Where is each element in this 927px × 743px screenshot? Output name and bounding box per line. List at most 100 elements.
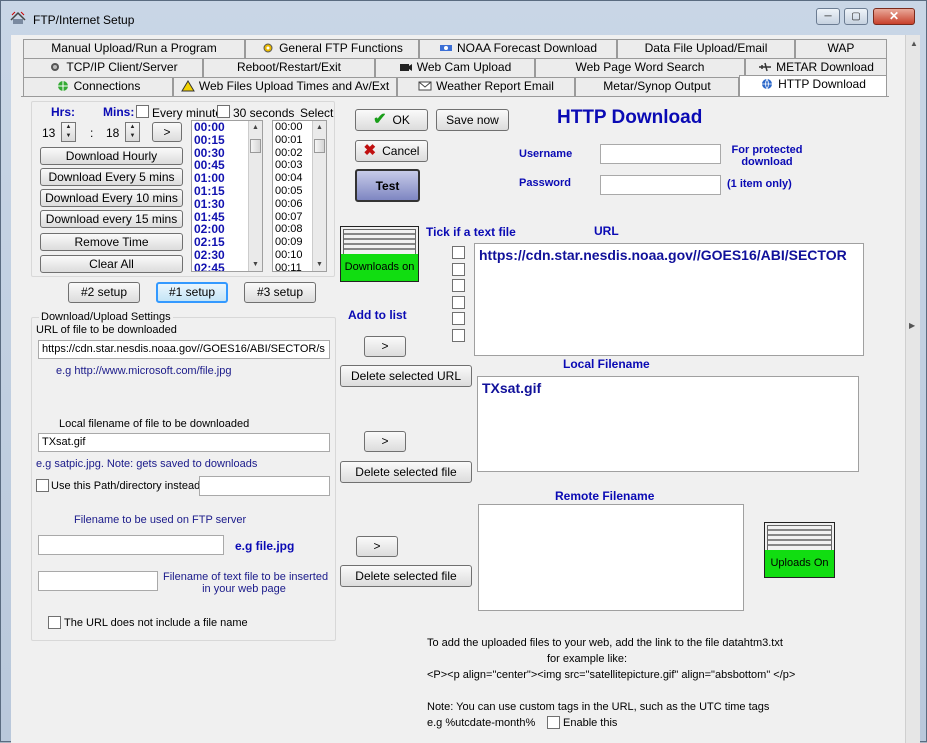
- tab-noaa-forecast[interactable]: NOAA Forecast Download: [419, 39, 617, 58]
- password-input[interactable]: [600, 175, 721, 195]
- download-every-10-button[interactable]: Download Every 10 mins: [40, 189, 183, 207]
- add-time-button[interactable]: >: [152, 122, 182, 142]
- list-item[interactable]: 00:05: [275, 185, 303, 198]
- up-arrow-icon[interactable]: ▲: [126, 123, 139, 132]
- minutes-list[interactable]: 00:00 00:01 00:02 00:03 00:04 00:05 00:0…: [272, 120, 327, 272]
- add-url-button[interactable]: >: [364, 336, 406, 357]
- text-file-checkbox-3[interactable]: [452, 279, 465, 292]
- cancel-button[interactable]: ✖ Cancel: [355, 140, 428, 162]
- tab-data-file-upload[interactable]: Data File Upload/Email: [617, 39, 795, 58]
- scroll-up-icon[interactable]: ▲: [910, 39, 918, 48]
- list-item[interactable]: 00:00: [194, 121, 225, 134]
- scroll-down-icon[interactable]: ▼: [252, 261, 259, 268]
- text-file-checkbox-4[interactable]: [452, 296, 465, 309]
- tab-general-ftp[interactable]: General FTP Functions: [245, 39, 419, 58]
- hours-spinner[interactable]: ▲ ▼: [61, 122, 76, 142]
- setup-1-button[interactable]: #1 setup: [156, 282, 228, 303]
- minute-items[interactable]: 00:00 00:01 00:02 00:03 00:04 00:05 00:0…: [275, 121, 303, 271]
- tab-reboot[interactable]: Reboot/Restart/Exit: [203, 58, 375, 77]
- minimize-button[interactable]: ─: [816, 8, 840, 25]
- list-item[interactable]: 00:09: [275, 236, 303, 249]
- scroll-down-icon[interactable]: ▼: [316, 261, 323, 268]
- list-item[interactable]: 00:06: [275, 198, 303, 211]
- tab-weather-report-email[interactable]: Weather Report Email: [397, 77, 575, 96]
- list-item[interactable]: 00:02: [275, 147, 303, 160]
- scheduled-times[interactable]: 00:00 00:15 00:30 00:45 01:00 01:15 01:3…: [194, 121, 225, 271]
- minutes-spinner[interactable]: ▲ ▼: [125, 122, 140, 142]
- maximize-button[interactable]: ▢: [844, 8, 868, 25]
- remote-filename-list[interactable]: [478, 504, 744, 611]
- list-item[interactable]: 00:01: [275, 134, 303, 147]
- scroll-thumb[interactable]: [250, 139, 261, 153]
- setup-2-button[interactable]: #2 setup: [68, 282, 140, 303]
- ftp-filename-input[interactable]: [38, 535, 224, 555]
- delete-selected-remote-file-button[interactable]: Delete selected file: [340, 565, 472, 587]
- list-item[interactable]: 00:10: [275, 249, 303, 262]
- tab-tcpip[interactable]: TCP/IP Client/Server: [23, 58, 203, 77]
- text-file-checkbox-2[interactable]: [452, 263, 465, 276]
- window-scrollbar[interactable]: ▲ ▶: [905, 35, 920, 743]
- every-minute-checkbox[interactable]: [136, 105, 149, 118]
- no-filename-checkbox[interactable]: [48, 616, 61, 629]
- list-item[interactable]: 01:15: [194, 185, 225, 198]
- tab-web-cam[interactable]: Web Cam Upload: [375, 58, 535, 77]
- enable-tags-checkbox[interactable]: [547, 716, 560, 729]
- url-input[interactable]: https://cdn.star.nesdis.noaa.gov//GOES16…: [38, 340, 330, 359]
- tab-http-download[interactable]: HTTP Download: [739, 75, 887, 96]
- ok-button[interactable]: ✔ OK: [355, 109, 428, 131]
- delete-selected-url-button[interactable]: Delete selected URL: [340, 365, 472, 387]
- list-item[interactable]: 00:11: [275, 262, 303, 271]
- save-now-button[interactable]: Save now: [436, 109, 509, 131]
- down-arrow-icon[interactable]: ▼: [126, 132, 139, 141]
- use-path-checkbox[interactable]: [36, 479, 49, 492]
- tab-metar-synop[interactable]: Metar/Synop Output: [575, 77, 739, 96]
- download-every-5-button[interactable]: Download Every 5 mins: [40, 168, 183, 186]
- list-item[interactable]: 00:03: [275, 159, 303, 172]
- minutes-value[interactable]: 18: [106, 126, 119, 140]
- text-file-checkbox-6[interactable]: [452, 329, 465, 342]
- scroll-up-icon[interactable]: ▲: [252, 124, 259, 131]
- times-scrollbar[interactable]: ▲ ▼: [248, 121, 262, 271]
- tab-connections[interactable]: Connections: [23, 77, 173, 96]
- thirty-seconds-checkbox[interactable]: [217, 105, 230, 118]
- download-hourly-button[interactable]: Download Hourly: [40, 147, 183, 165]
- download-every-15-button[interactable]: Download every 15 mins: [40, 210, 183, 228]
- down-arrow-icon[interactable]: ▼: [62, 132, 75, 141]
- clear-all-button[interactable]: Clear All: [40, 255, 183, 273]
- text-file-checkbox-5[interactable]: [452, 312, 465, 325]
- setup-3-button[interactable]: #3 setup: [244, 282, 316, 303]
- up-arrow-icon[interactable]: ▲: [62, 123, 75, 132]
- tab-wap[interactable]: WAP: [795, 39, 887, 58]
- minutes-scrollbar[interactable]: ▲ ▼: [312, 121, 326, 271]
- downloads-status-indicator[interactable]: Downloads on: [340, 226, 419, 282]
- remove-time-button[interactable]: Remove Time: [40, 233, 183, 251]
- tab-web-files-upload[interactable]: Web Files Upload Times and Av/Ext: [173, 77, 397, 96]
- list-item[interactable]: 02:45: [194, 261, 225, 271]
- list-item[interactable]: 00:08: [275, 223, 303, 236]
- scroll-up-icon[interactable]: ▲: [316, 124, 323, 131]
- scroll-thumb[interactable]: [314, 139, 325, 153]
- list-item[interactable]: 00:00: [275, 121, 303, 134]
- add-remote-file-button[interactable]: >: [356, 536, 398, 557]
- list-item[interactable]: 01:30: [194, 197, 225, 211]
- list-item[interactable]: 00:07: [275, 211, 303, 224]
- path-input[interactable]: [199, 476, 330, 496]
- delete-selected-local-file-button[interactable]: Delete selected file: [340, 461, 472, 483]
- scheduled-times-list[interactable]: 00:00 00:15 00:30 00:45 01:00 01:15 01:3…: [191, 120, 263, 272]
- list-item[interactable]: 00:15: [194, 133, 225, 147]
- text-file-input[interactable]: [38, 571, 158, 591]
- uploads-status-indicator[interactable]: Uploads On: [764, 522, 835, 578]
- title-bar[interactable]: FTP/Internet Setup ─ ▢ ✕: [1, 1, 926, 35]
- tab-manual-upload[interactable]: Manual Upload/Run a Program: [23, 39, 245, 58]
- url-list[interactable]: https://cdn.star.nesdis.noaa.gov//GOES16…: [474, 243, 864, 356]
- list-item[interactable]: 02:30: [194, 249, 225, 262]
- close-button[interactable]: ✕: [873, 8, 915, 25]
- local-filename-list[interactable]: TXsat.gif: [477, 376, 859, 472]
- hours-value[interactable]: 13: [42, 126, 55, 140]
- scroll-right-icon[interactable]: ▶: [909, 321, 915, 330]
- add-local-file-button[interactable]: >: [364, 431, 406, 452]
- local-filename-input[interactable]: TXsat.gif: [38, 433, 330, 452]
- tab-word-search[interactable]: Web Page Word Search: [535, 58, 745, 77]
- list-item[interactable]: 00:04: [275, 172, 303, 185]
- test-button[interactable]: Test: [355, 169, 420, 202]
